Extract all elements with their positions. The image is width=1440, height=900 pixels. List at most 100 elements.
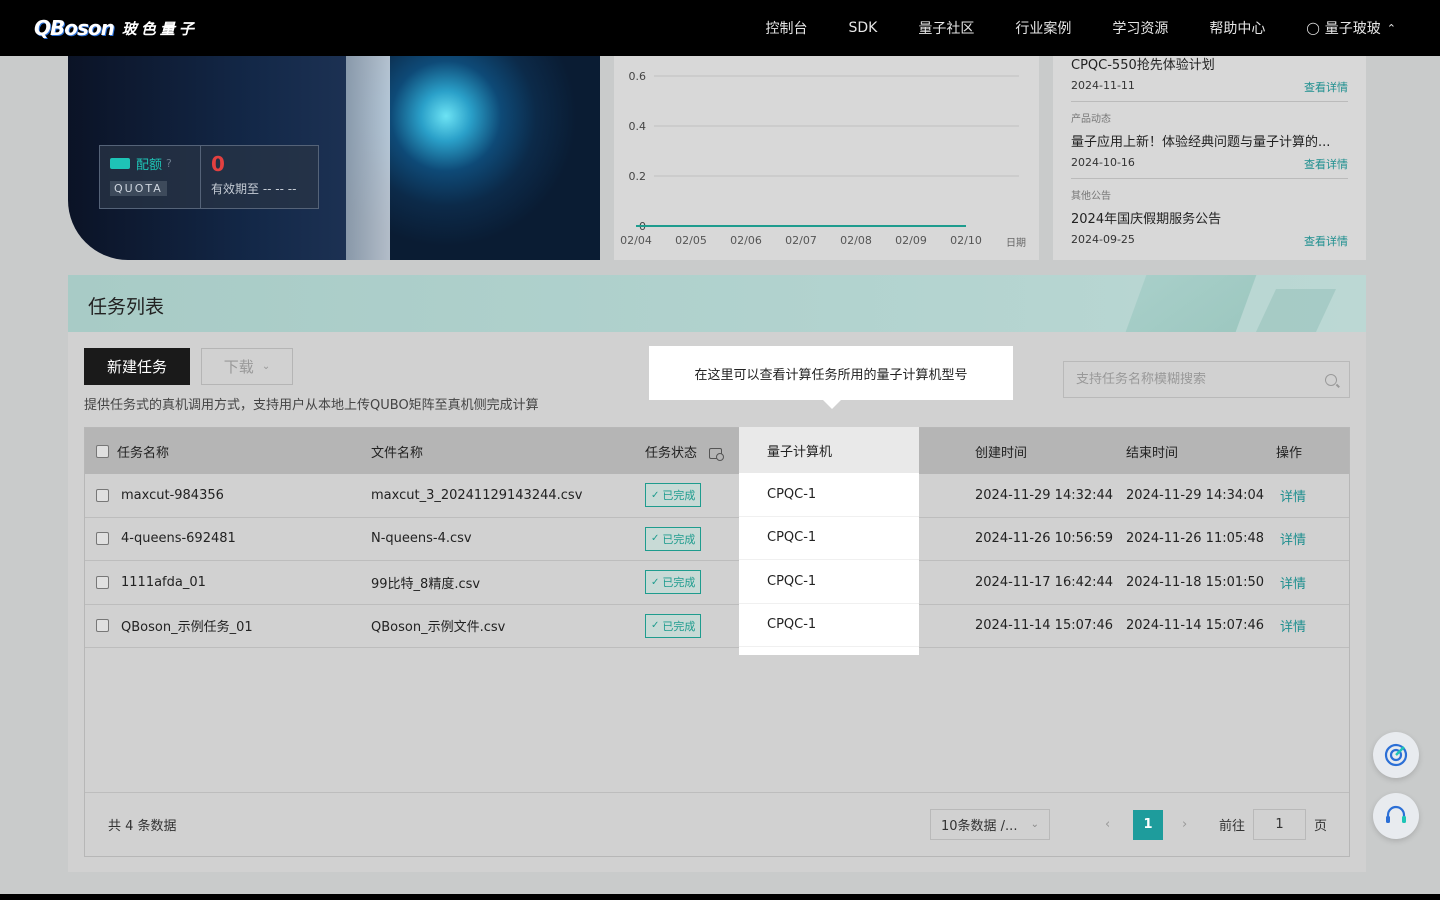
- bottom-bar: [0, 894, 1440, 900]
- detail-link[interactable]: 详情: [1280, 486, 1306, 505]
- user-icon: ◯: [1306, 21, 1320, 35]
- headset-icon[interactable]: [1373, 793, 1419, 839]
- target-icon[interactable]: [1373, 732, 1419, 778]
- detail-link[interactable]: 详情: [1280, 529, 1306, 548]
- row-checkbox[interactable]: [96, 488, 109, 502]
- page-size-select[interactable]: 10条数据 /... ⌄: [930, 809, 1050, 840]
- status-badge: ✓ 已完成: [645, 526, 702, 551]
- news-title[interactable]: 量子应用上新！体验经典问题与量子计算的...: [1071, 131, 1348, 150]
- created-time: 2024-11-17 16:42:44: [975, 574, 1114, 590]
- prev-page-button[interactable]: ‹: [1105, 817, 1110, 832]
- user-menu[interactable]: ◯ 量子玻玻 ⌃: [1306, 18, 1396, 38]
- user-name: 量子玻玻: [1324, 21, 1381, 37]
- nav-item-sdk[interactable]: SDK: [848, 20, 877, 36]
- search-box[interactable]: [1063, 361, 1350, 398]
- machine-cell: CPQC-1: [739, 604, 919, 647]
- x-tick-label: 02/07: [785, 234, 817, 247]
- header-decoration: [1255, 289, 1337, 332]
- row-checkbox[interactable]: [96, 575, 109, 589]
- pagination-bar: 共 4 条数据 10条数据 /... ⌄ ‹ 1 › 前往 页: [85, 792, 1349, 856]
- news-detail-link[interactable]: 查看详情: [1304, 79, 1348, 95]
- nav-item-community[interactable]: 量子社区: [918, 18, 974, 38]
- page-title: 任务列表: [88, 296, 165, 318]
- nav-item-console[interactable]: 控制台: [765, 18, 807, 38]
- logo[interactable]: QBoson 玻色量子: [34, 16, 198, 40]
- status-text: 已完成: [662, 576, 696, 590]
- search-icon[interactable]: [1325, 373, 1337, 386]
- nav-item-help[interactable]: 帮助中心: [1209, 18, 1265, 38]
- page-1-button[interactable]: 1: [1133, 809, 1163, 840]
- col-machine: 量子计算机: [739, 427, 919, 473]
- status-badge: ✓ 已完成: [645, 570, 702, 595]
- y-tick-label: 0.6: [629, 70, 647, 83]
- machine-column-highlight: 量子计算机 CPQC-1 CPQC-1 CPQC-1 CPQC-1: [739, 427, 919, 655]
- file-name: maxcut_3_20241129143244.csv: [371, 487, 583, 503]
- table-row: 4-queens-692481 N-queens-4.csv ✓ 已完成 2024…: [85, 518, 1349, 561]
- quota-right: 0 有效期至 -- -- --: [201, 146, 306, 208]
- ended-time: 2024-11-29 14:34:04: [1126, 487, 1265, 503]
- detail-link[interactable]: 详情: [1280, 573, 1306, 592]
- news-first-title[interactable]: CPQC-550抢先体验计划: [1071, 56, 1348, 73]
- table-row: QBoson_示例任务_01 QBoson_示例文件.csv ✓ 已完成 2024…: [85, 605, 1349, 648]
- page-unit: 页: [1314, 819, 1328, 834]
- col-task-name: 任务名称: [117, 445, 170, 461]
- hero-banner: 配额 ? QUOTA 0 有效期至 -- -- --: [68, 56, 600, 260]
- news-detail-link[interactable]: 查看详情: [1304, 233, 1348, 249]
- logo-mark: QBoson: [34, 16, 115, 40]
- total-count: 共 4 条数据: [108, 819, 177, 834]
- x-tick-label: 02/04: [620, 234, 652, 247]
- tour-tooltip[interactable]: 在这里可以查看计算任务所用的量子计算机型号: [649, 346, 1013, 409]
- x-tick-label: 02/08: [840, 234, 872, 247]
- news-row: 2024-11-11 查看详情: [1071, 73, 1348, 102]
- ended-time: 2024-11-18 15:01:50: [1126, 574, 1265, 590]
- top-nav: QBoson 玻色量子 控制台 SDK 量子社区 行业案例 学习资源 帮助中心 …: [0, 0, 1440, 56]
- task-name: maxcut-984356: [121, 487, 224, 503]
- status-text: 已完成: [662, 619, 696, 633]
- next-page-button[interactable]: ›: [1182, 817, 1187, 832]
- headset-icon-svg: [1386, 805, 1406, 823]
- status-badge-inner: ✓ 已完成: [645, 570, 702, 595]
- status-badge-inner: ✓ 已完成: [645, 613, 702, 638]
- chevron-down-icon: ⌄: [1030, 819, 1039, 830]
- logo-text: 玻色量子: [121, 19, 198, 38]
- chevron-up-icon: ⌃: [1386, 21, 1396, 35]
- y-tick-label: 0.4: [629, 120, 647, 133]
- detail-link[interactable]: 详情: [1280, 616, 1306, 635]
- ended-time: 2024-11-14 15:07:46: [1126, 618, 1265, 634]
- status-badge-inner: ✓ 已完成: [645, 526, 702, 551]
- nav-items: 控制台 SDK 量子社区 行业案例 学习资源 帮助中心 ◯ 量子玻玻 ⌃: [724, 0, 1396, 56]
- filter-icon[interactable]: [709, 447, 725, 461]
- news-title[interactable]: 2024年国庆假期服务公告: [1071, 208, 1348, 227]
- chart-svg: 00.20.40.602/04 02/05 02/06 02/07 02/08 02/09…: [620, 70, 1026, 249]
- news-category: 其他公告: [1071, 191, 1111, 202]
- select-all-checkbox[interactable]: [96, 444, 109, 458]
- x-axis-label: 日期: [1006, 237, 1026, 249]
- search-input[interactable]: [1076, 372, 1325, 387]
- nav-item-learning[interactable]: 学习资源: [1112, 18, 1168, 38]
- news-detail-link[interactable]: 查看详情: [1304, 156, 1348, 172]
- help-icon[interactable]: ?: [166, 157, 172, 170]
- new-task-button[interactable]: 新建任务: [84, 348, 190, 385]
- usage-chart: 0 0.2 0.4 0.6 02/04 02/05 02/06 02/07 02/08 02/09…: [614, 56, 1039, 260]
- machine-cell: CPQC-1: [739, 560, 919, 604]
- goto-page-input[interactable]: [1253, 809, 1306, 840]
- download-button[interactable]: 下载 ⌄: [201, 348, 293, 385]
- row-checkbox[interactable]: [96, 532, 109, 546]
- header-decoration: [1125, 275, 1257, 332]
- chevron-down-icon: ⌄: [261, 361, 271, 372]
- news-category: 产品动态: [1071, 114, 1111, 125]
- nav-item-cases[interactable]: 行业案例: [1015, 18, 1071, 38]
- status-text: 已完成: [662, 532, 696, 546]
- col-action: 操作: [1276, 445, 1303, 461]
- x-tick-label: 02/09: [895, 234, 927, 247]
- task-name: 1111afda_01: [121, 574, 206, 590]
- ended-time: 2024-11-26 11:05:48: [1126, 531, 1265, 547]
- x-tick-label: 02/05: [675, 234, 707, 247]
- quota-expiry: 有效期至 -- -- --: [211, 182, 297, 196]
- row-checkbox[interactable]: [96, 619, 109, 633]
- task-name: 4-queens-692481: [121, 531, 236, 547]
- quota-label: 配额 ?: [110, 154, 190, 173]
- check-icon: ✓: [651, 489, 660, 501]
- check-icon: ✓: [651, 576, 660, 588]
- news-date: 2024-10-16: [1071, 156, 1135, 169]
